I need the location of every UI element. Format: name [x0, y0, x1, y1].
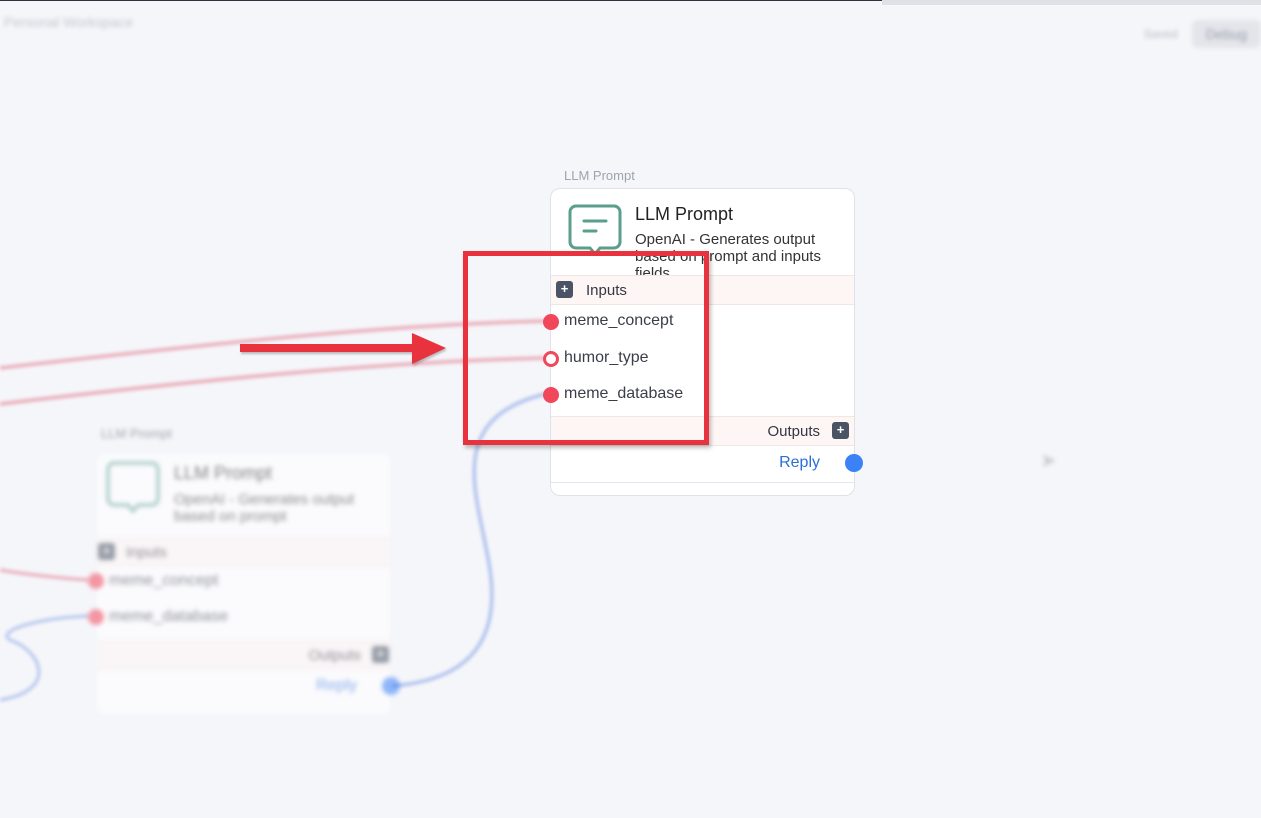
chat-bubble-icon [106, 461, 160, 514]
back-outputs-label: Outputs [308, 647, 361, 664]
outputs-label: Outputs [767, 423, 820, 440]
annotation-highlight-box [463, 251, 709, 445]
back-input-port[interactable] [88, 573, 104, 589]
back-input-label: meme_database [109, 608, 229, 625]
plus-icon[interactable]: + [98, 543, 115, 560]
node-caption: LLM Prompt [564, 168, 635, 183]
back-node-description: OpenAI - Generates output based on promp… [174, 491, 355, 525]
back-input-port[interactable] [88, 609, 104, 625]
output-port-reply[interactable] [845, 454, 863, 472]
back-output-port[interactable] [382, 677, 400, 695]
back-outputs-bar: Outputs + [96, 640, 391, 670]
edge-back-concept [0, 568, 89, 582]
back-output-label: Reply [316, 677, 357, 694]
output-row-reply: Reply [551, 449, 863, 479]
output-label-reply: Reply [779, 454, 820, 471]
back-input-label: meme_concept [109, 572, 219, 589]
plus-icon[interactable]: + [372, 646, 389, 663]
back-node-title: LLM Prompt [174, 463, 273, 483]
node-title: LLM Prompt [635, 204, 734, 224]
back-inputs-bar: + Inputs [96, 537, 391, 567]
node-footer-divider [551, 482, 854, 483]
annotation-arrow-icon [240, 333, 446, 364]
edge-back-database [0, 614, 89, 702]
back-inputs-label: Inputs [126, 544, 167, 561]
plus-icon[interactable]: + [832, 422, 849, 439]
back-output-row: Reply [96, 672, 400, 702]
back-llm-node[interactable]: LLM Prompt OpenAI - Generates output bas… [88, 452, 400, 716]
back-node-caption: LLM Prompt [101, 426, 172, 441]
back-input-row: meme_database [88, 602, 391, 632]
back-input-row: meme_concept [88, 566, 391, 596]
